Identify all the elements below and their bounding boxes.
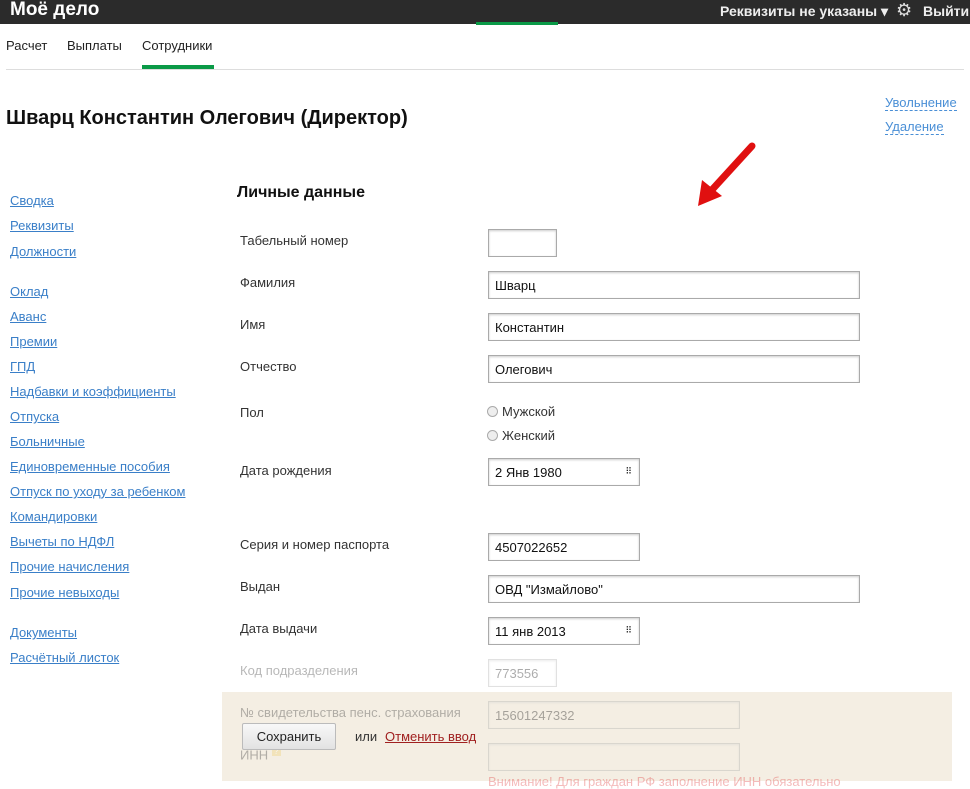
name-label: Имя <box>240 317 266 332</box>
gender-female-radio[interactable]: Женский <box>487 428 555 443</box>
patronymic-input[interactable]: Олегович <box>488 355 860 383</box>
snils-label: № свидетельства пенс. страхования <box>240 705 461 720</box>
radio-label: Мужской <box>502 404 556 419</box>
page-title: Шварц Константин Олегович (Директор) <box>6 107 408 129</box>
sidebar-item[interactable]: Документы <box>10 625 77 640</box>
birth-date-label: Дата рождения <box>240 463 332 478</box>
tab-payments[interactable]: Выплаты <box>67 38 122 53</box>
inn-input[interactable] <box>488 743 740 771</box>
tab-number-input[interactable] <box>488 229 557 257</box>
sidebar-item[interactable]: Командировки <box>10 509 97 524</box>
inn-warning: Внимание! Для граждан РФ заполнение ИНН … <box>488 774 841 789</box>
exit-link[interactable]: Выйти <box>923 3 969 19</box>
tab-employees[interactable]: Сотрудники <box>142 38 212 53</box>
top-indicator <box>476 22 558 25</box>
sidebar-item[interactable]: Прочие начисления <box>10 559 129 574</box>
gear-icon[interactable]: ⚙ <box>896 0 912 20</box>
sidebar-item[interactable]: Должности <box>10 244 76 259</box>
sidebar-item[interactable]: Расчётный листок <box>10 650 119 665</box>
cancel-link[interactable]: Отменить ввод <box>385 729 476 744</box>
issued-label: Выдан <box>240 579 281 594</box>
sidebar-item[interactable]: Отпуск по уходу за ребенком <box>10 484 185 499</box>
sidebar-item[interactable]: Сводка <box>10 193 54 208</box>
or-text: или <box>355 729 378 744</box>
dept-code-label: Код подразделения <box>240 663 358 678</box>
sidebar-item[interactable]: Прочие невыходы <box>10 585 119 600</box>
dept-code-input[interactable]: 773556 <box>488 659 557 687</box>
passport-input[interactable]: 4507022652 <box>488 533 640 561</box>
sidebar-item[interactable]: Отпуска <box>10 409 59 424</box>
issue-date-label: Дата выдачи <box>240 621 318 636</box>
divider <box>6 69 964 70</box>
sidebar-item[interactable]: Реквизиты <box>10 218 74 233</box>
calendar-icon[interactable]: ⠿ <box>625 466 632 477</box>
logo[interactable]: Моё дело <box>10 0 99 20</box>
issue-date-input[interactable]: 11 янв 2013 ⠿ <box>488 617 640 645</box>
gender-label: Пол <box>240 405 264 420</box>
surname-input[interactable]: Шварц <box>488 271 860 299</box>
section-title: Личные данные <box>237 184 365 201</box>
birth-date-input[interactable]: 2 Янв 1980 ⠿ <box>488 458 640 486</box>
dismissal-link[interactable]: Увольнение <box>885 95 957 111</box>
delete-link[interactable]: Удаление <box>885 119 944 135</box>
issue-date-value: 11 янв 2013 <box>495 624 566 639</box>
tab-calc[interactable]: Расчет <box>6 38 47 53</box>
sidebar-item[interactable]: Больничные <box>10 434 85 449</box>
top-bar: Моё дело Реквизиты не указаны ▾ ⚙ Выйти <box>0 0 970 24</box>
patronymic-label: Отчество <box>240 359 297 374</box>
issued-input[interactable]: ОВД "Измайлово" <box>488 575 860 603</box>
sidebar-item[interactable]: Надбавки и коэффициенты <box>10 384 176 399</box>
snils-input[interactable]: 15601247332 <box>488 701 740 729</box>
sidebar-item[interactable]: Премии <box>10 334 57 349</box>
sidebar-item[interactable]: Оклад <box>10 284 48 299</box>
sidebar-item[interactable]: Аванс <box>10 309 46 324</box>
gender-male-radio[interactable]: Мужской <box>487 404 555 419</box>
requisites-dropdown[interactable]: Реквизиты не указаны ▾ <box>720 3 888 20</box>
name-input[interactable]: Константин <box>488 313 860 341</box>
birth-date-value: 2 Янв 1980 <box>495 465 562 480</box>
sidebar-item[interactable]: ГПД <box>10 359 35 374</box>
red-arrow-annotation <box>698 142 756 206</box>
passport-label: Серия и номер паспорта <box>240 537 390 552</box>
tab-number-label: Табельный номер <box>240 233 349 248</box>
surname-label: Фамилия <box>240 275 296 290</box>
radio-label: Женский <box>502 428 555 443</box>
sidebar-item[interactable]: Вычеты по НДФЛ <box>10 534 114 549</box>
save-button[interactable]: Сохранить <box>242 723 336 750</box>
sidebar-item[interactable]: Единовременные пособия <box>10 459 170 474</box>
calendar-icon[interactable]: ⠿ <box>625 625 632 636</box>
